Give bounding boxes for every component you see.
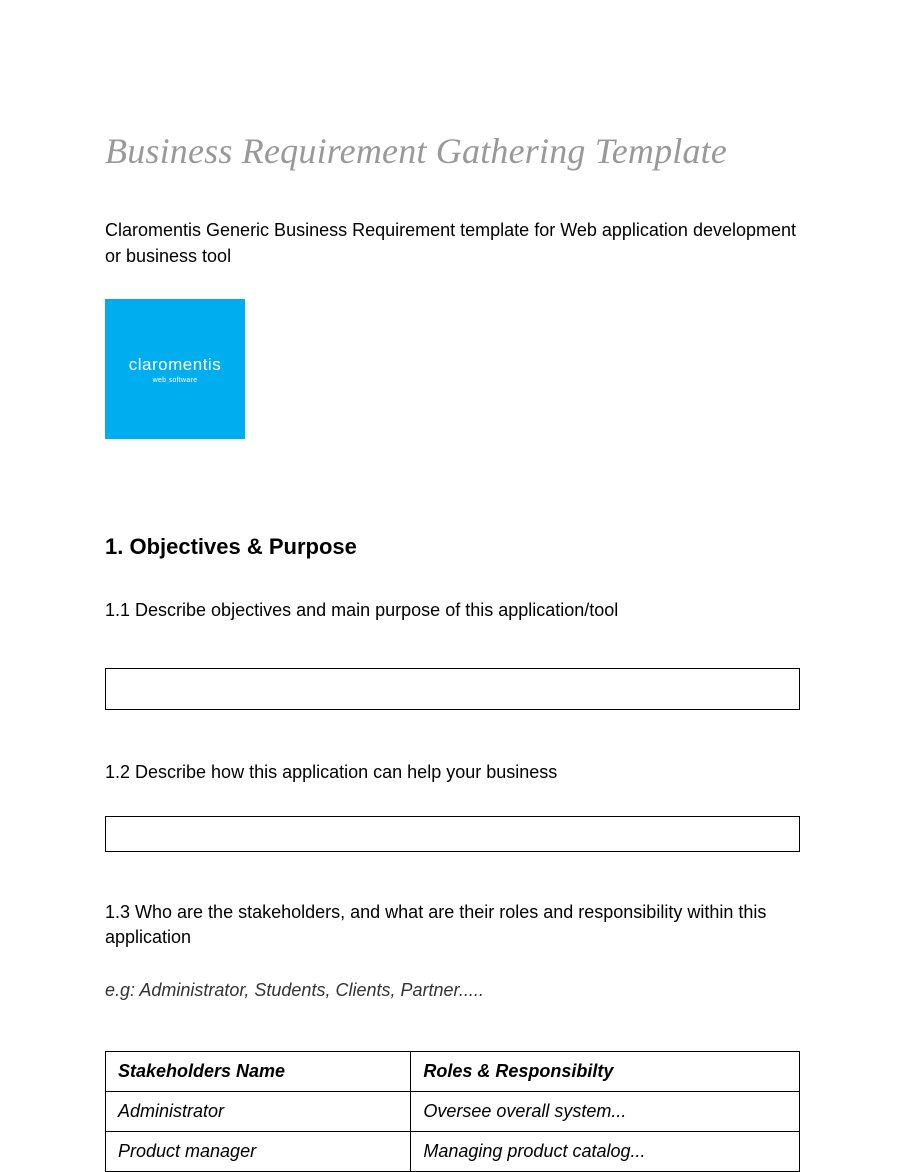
example-text: e.g: Administrator, Students, Clients, P… xyxy=(105,980,800,1001)
input-box-1-2[interactable] xyxy=(105,816,800,852)
logo-subtext: web software xyxy=(153,377,198,384)
header-roles: Roles & Responsibilty xyxy=(411,1051,800,1091)
table-row: Product manager Managing product catalog… xyxy=(106,1131,800,1171)
section-1-heading: 1. Objectives & Purpose xyxy=(105,534,800,560)
brand-logo: claromentis web software xyxy=(105,299,245,439)
table-row: Administrator Oversee overall system... xyxy=(106,1091,800,1131)
input-box-1-1[interactable] xyxy=(105,668,800,710)
subsection-1-1: 1.1 Describe objectives and main purpose… xyxy=(105,598,800,623)
header-stakeholder-name: Stakeholders Name xyxy=(106,1051,411,1091)
cell-stakeholder-role: Managing product catalog... xyxy=(411,1131,800,1171)
table-header-row: Stakeholders Name Roles & Responsibilty xyxy=(106,1051,800,1091)
subsection-1-3: 1.3 Who are the stakeholders, and what a… xyxy=(105,900,800,950)
subsection-1-2: 1.2 Describe how this application can he… xyxy=(105,760,800,785)
stakeholders-table: Stakeholders Name Roles & Responsibilty … xyxy=(105,1051,800,1172)
intro-text: Claromentis Generic Business Requirement… xyxy=(105,217,800,269)
cell-stakeholder-name: Administrator xyxy=(106,1091,411,1131)
logo-text: claromentis xyxy=(129,355,221,375)
cell-stakeholder-role: Oversee overall system... xyxy=(411,1091,800,1131)
cell-stakeholder-name: Product manager xyxy=(106,1131,411,1171)
document-title: Business Requirement Gathering Template xyxy=(105,130,800,172)
